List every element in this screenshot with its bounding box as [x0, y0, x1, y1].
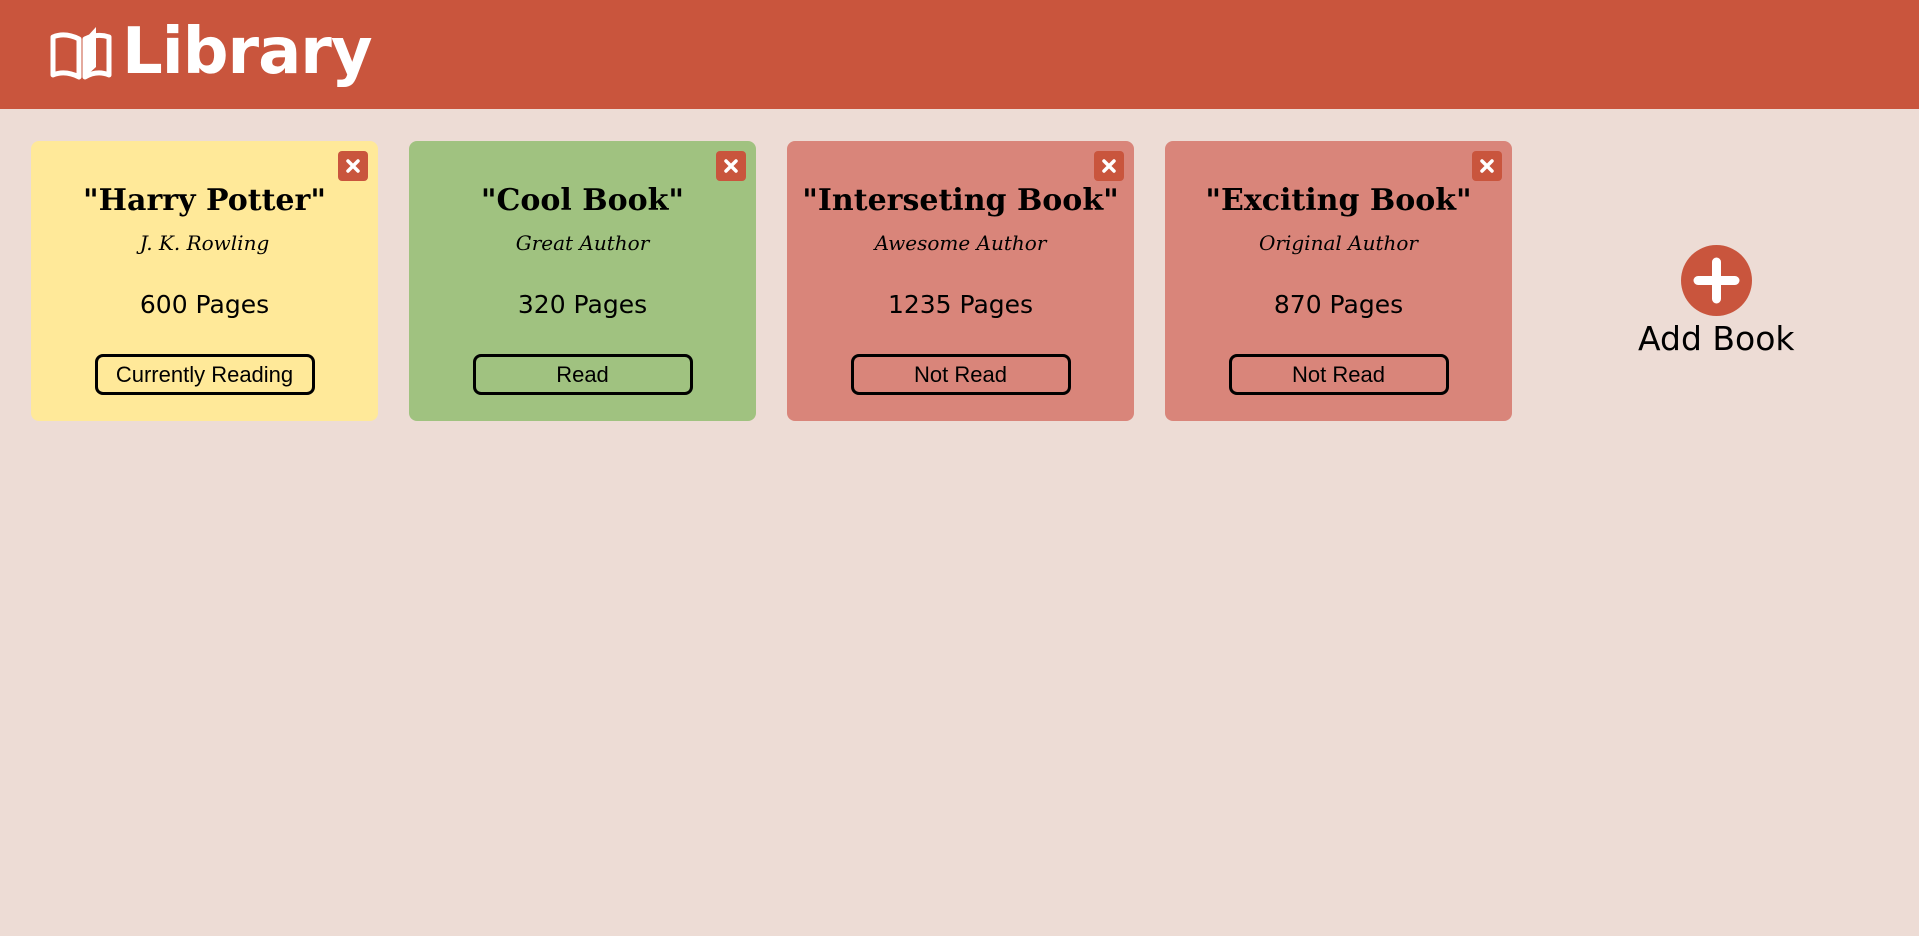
- remove-book-button[interactable]: [1094, 151, 1124, 181]
- read-status-button[interactable]: Not Read: [1228, 354, 1449, 395]
- app-title: Library: [122, 14, 373, 89]
- book-author: Awesome Author: [874, 231, 1047, 255]
- plus-circle-icon[interactable]: [1680, 245, 1752, 316]
- close-icon: [1102, 159, 1116, 173]
- open-book-icon: [50, 26, 112, 79]
- close-icon: [1480, 159, 1494, 173]
- book-card: "Cool Book" Great Author 320 Pages Read: [409, 141, 756, 421]
- book-author: Original Author: [1259, 231, 1418, 255]
- book-pages: 600 Pages: [139, 290, 270, 319]
- close-icon: [346, 159, 360, 173]
- book-pages: 320 Pages: [517, 290, 648, 319]
- book-author: Great Author: [515, 231, 650, 255]
- book-author: J. K. Rowling: [139, 231, 270, 255]
- app-header: Library: [0, 0, 1919, 109]
- remove-book-button[interactable]: [338, 151, 368, 181]
- add-book-button[interactable]: Add Book: [1638, 245, 1795, 358]
- book-title: "Cool Book": [480, 183, 685, 218]
- add-book-label: Add Book: [1638, 319, 1795, 358]
- book-card: "Interseting Book" Awesome Author 1235 P…: [787, 141, 1134, 421]
- read-status-button[interactable]: Not Read: [850, 354, 1071, 395]
- book-card: "Harry Potter" J. K. Rowling 600 Pages C…: [31, 141, 378, 421]
- book-card: "Exciting Book" Original Author 870 Page…: [1165, 141, 1512, 421]
- read-status-button[interactable]: Currently Reading: [94, 354, 315, 395]
- book-title: "Exciting Book": [1205, 183, 1472, 218]
- read-status-button[interactable]: Read: [472, 354, 693, 395]
- remove-book-button[interactable]: [716, 151, 746, 181]
- book-title: "Harry Potter": [83, 183, 326, 218]
- book-title: "Interseting Book": [802, 183, 1119, 218]
- book-grid: "Harry Potter" J. K. Rowling 600 Pages C…: [31, 141, 1543, 421]
- close-icon: [724, 159, 738, 173]
- remove-book-button[interactable]: [1472, 151, 1502, 181]
- book-pages: 870 Pages: [1273, 290, 1404, 319]
- book-pages: 1235 Pages: [887, 290, 1034, 319]
